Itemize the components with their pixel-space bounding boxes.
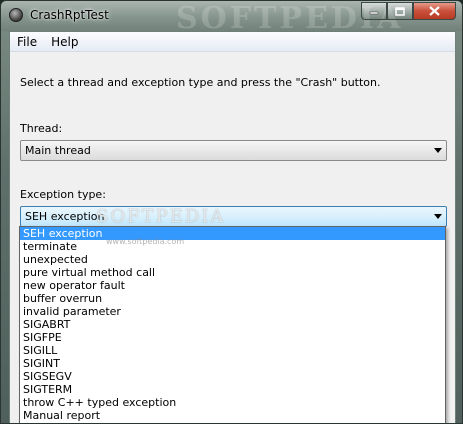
dropdown-option-invalid-parameter[interactable]: invalid parameter xyxy=(20,305,445,318)
thread-label: Thread: xyxy=(20,122,63,135)
maximize-icon xyxy=(395,6,405,16)
dropdown-option-manual-report[interactable]: Manual report xyxy=(20,409,445,422)
dropdown-option-unexpected[interactable]: unexpected xyxy=(20,253,445,266)
dropdown-option-sigabrt[interactable]: SIGABRT xyxy=(20,318,445,331)
dropdown-option-sigterm[interactable]: SIGTERM xyxy=(20,383,445,396)
dropdown-option-sigill[interactable]: SIGILL xyxy=(20,344,445,357)
exception-type-combobox-value: SEH exception xyxy=(25,210,105,223)
minimize-icon xyxy=(369,11,379,15)
exception-type-dropdown-list[interactable]: SEH exception terminate unexpected pure … xyxy=(19,226,446,423)
app-window: SOFTPEDIA CrashRptTest File Help Select … xyxy=(0,0,463,424)
title-bar[interactable]: SOFTPEDIA CrashRptTest xyxy=(1,1,462,36)
maximize-button[interactable] xyxy=(387,2,413,20)
chevron-down-icon xyxy=(434,214,442,219)
instruction-text: Select a thread and exception type and p… xyxy=(20,76,381,89)
dropdown-option-sigsegv[interactable]: SIGSEGV xyxy=(20,370,445,383)
dropdown-option-terminate[interactable]: terminate xyxy=(20,240,445,253)
menu-help[interactable]: Help xyxy=(44,32,85,52)
dropdown-option-pure-virtual-call[interactable]: pure virtual method call xyxy=(20,266,445,279)
menu-bar: File Help xyxy=(10,32,455,52)
chevron-down-icon xyxy=(434,148,442,153)
thread-combobox-value: Main thread xyxy=(25,144,91,157)
app-icon[interactable] xyxy=(9,8,23,22)
dropdown-option-throw-cpp-exception[interactable]: throw C++ typed exception xyxy=(20,396,445,409)
dropdown-option-new-operator-fault[interactable]: new operator fault xyxy=(20,279,445,292)
caption-buttons xyxy=(361,2,456,20)
exception-type-combobox[interactable]: SEH exception xyxy=(20,206,447,227)
window-title: CrashRptTest xyxy=(30,8,109,22)
dropdown-option-sigfpe[interactable]: SIGFPE xyxy=(20,331,445,344)
minimize-button[interactable] xyxy=(361,2,387,20)
dropdown-option-sigint[interactable]: SIGINT xyxy=(20,357,445,370)
thread-combobox[interactable]: Main thread xyxy=(20,140,447,161)
exception-type-label: Exception type: xyxy=(20,188,106,201)
dropdown-option-seh-exception[interactable]: SEH exception xyxy=(20,227,445,240)
close-icon xyxy=(429,6,440,16)
close-button[interactable] xyxy=(413,2,456,20)
menu-file[interactable]: File xyxy=(10,32,44,52)
dropdown-option-buffer-overrun[interactable]: buffer overrun xyxy=(20,292,445,305)
